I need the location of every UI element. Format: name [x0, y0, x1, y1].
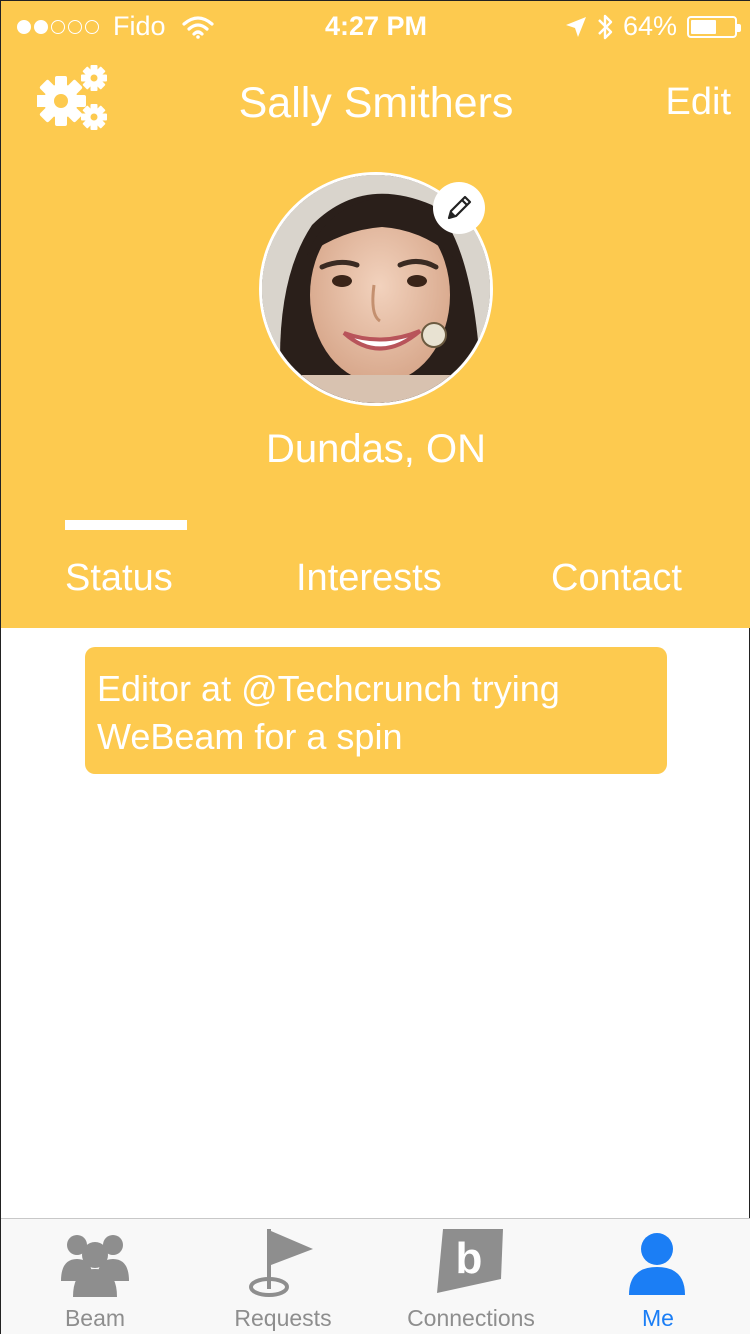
profile-location: Dundas, ON [265, 427, 487, 471]
tabbar-label-connections: Connections [407, 1305, 535, 1331]
bottom-tab-bar: Beam Requests b Connections Me [1, 1218, 750, 1334]
tabbar-item-beam[interactable]: Beam [1, 1219, 189, 1334]
active-tab-indicator [65, 520, 187, 530]
b-logo-icon: b [437, 1229, 503, 1293]
battery-icon [687, 15, 741, 38]
location-arrow-icon [565, 16, 586, 37]
tabbar-item-requests[interactable]: Requests [189, 1219, 377, 1334]
tabbar-label-requests: Requests [234, 1305, 332, 1331]
battery-percent: 64% [622, 11, 677, 41]
bluetooth-icon [598, 14, 613, 39]
profile-name-title: Sally Smithers [238, 79, 514, 127]
tabbar-label-beam: Beam [64, 1305, 126, 1331]
tab-interests[interactable]: Interests [296, 557, 442, 600]
status-message-text: Editor at @Techcrunch trying WeBeam for … [97, 668, 560, 757]
flag-icon [249, 1229, 313, 1297]
tabbar-item-connections[interactable]: b Connections [377, 1219, 565, 1334]
status-message-card[interactable]: Editor at @Techcrunch trying WeBeam for … [85, 647, 667, 774]
svg-text:b: b [456, 1234, 483, 1283]
edit-button[interactable]: Edit [666, 81, 731, 124]
people-icon [61, 1235, 129, 1297]
edit-photo-pencil-icon[interactable] [433, 182, 485, 234]
tab-contact[interactable]: Contact [551, 557, 682, 600]
status-right-group: 64% [565, 11, 741, 42]
tabbar-item-me[interactable]: Me [565, 1219, 750, 1334]
profile-header: Fido 4:27 PM 64% Sally Smithers Edit Dun… [1, 1, 750, 628]
tabbar-label-me: Me [642, 1305, 674, 1331]
status-bar: Fido 4:27 PM 64% [1, 1, 750, 51]
tab-status[interactable]: Status [65, 557, 173, 600]
person-icon [629, 1233, 685, 1295]
